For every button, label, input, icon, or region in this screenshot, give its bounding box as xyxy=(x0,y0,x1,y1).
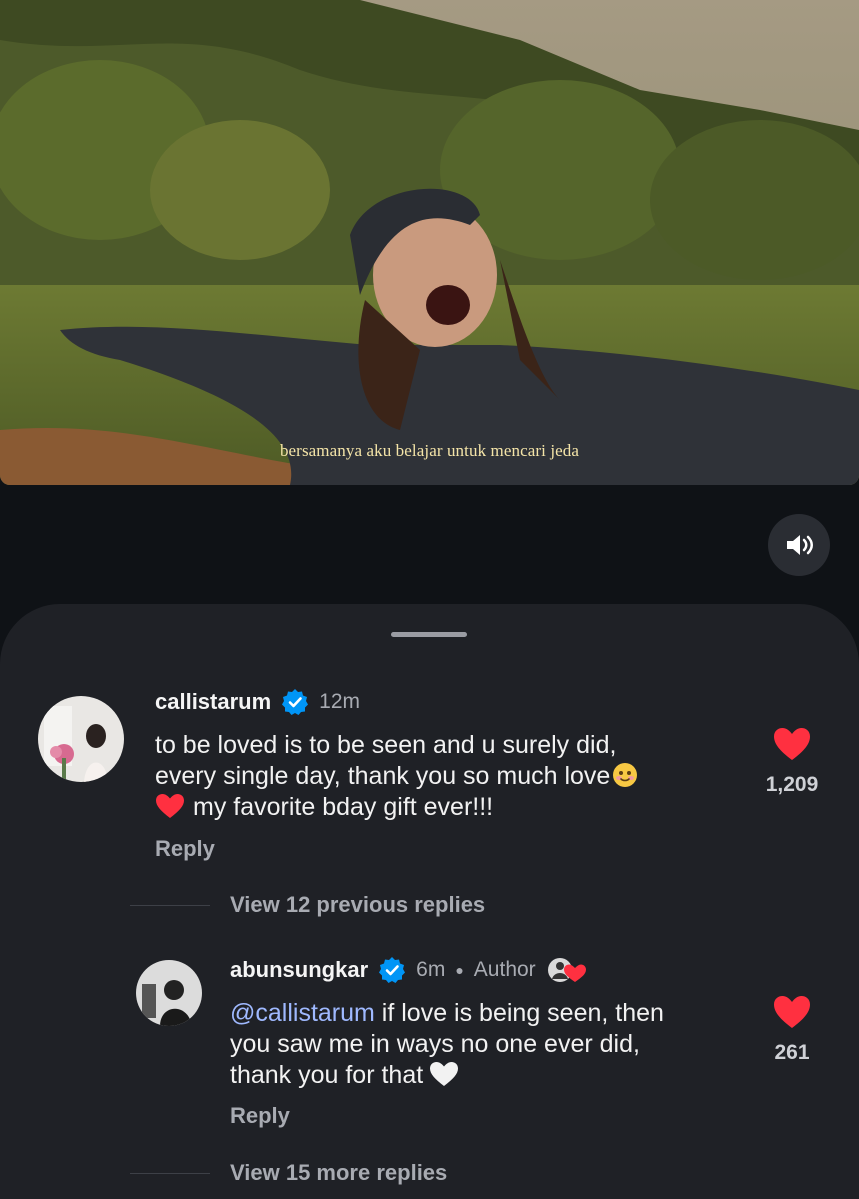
verified-badge-icon xyxy=(282,689,309,715)
comment-text: @callistarum if love is being seen, then… xyxy=(230,998,664,1091)
username[interactable]: abunsungkar xyxy=(230,957,368,983)
video-caption: bersamanya aku belajar untuk mencari jed… xyxy=(279,441,580,460)
avatar[interactable] xyxy=(38,696,124,782)
like-count: 261 xyxy=(774,1041,810,1064)
thread-divider xyxy=(130,904,210,906)
verified-badge-icon xyxy=(379,957,406,983)
reply-button[interactable]: Reply xyxy=(230,1103,290,1129)
separator-dot: ● xyxy=(455,962,464,978)
speaker-icon xyxy=(787,535,813,555)
comment-line: to be loved is to be seen and u surely d… xyxy=(155,731,617,759)
heart-icon xyxy=(774,728,810,760)
comment-time: 6m xyxy=(416,958,446,981)
red-heart-icon xyxy=(155,793,185,819)
smiling-face-icon xyxy=(612,762,638,788)
comment-line: every single day, thank you so much love xyxy=(155,761,638,792)
thread-divider xyxy=(130,1172,210,1174)
sheet-drag-handle[interactable] xyxy=(391,632,467,637)
like-button[interactable]: 1,209 xyxy=(752,726,832,797)
comment-header: abunsungkar 6m ● Author xyxy=(230,955,586,985)
comment-line: you saw me in ways no one ever did, xyxy=(230,1030,640,1058)
avatar[interactable] xyxy=(136,960,202,1026)
comment-line: thank you for that xyxy=(230,1060,664,1091)
author-label: Author xyxy=(473,958,536,981)
username[interactable]: callistarum xyxy=(155,689,271,715)
heart-icon xyxy=(774,996,810,1028)
reply-button[interactable]: Reply xyxy=(155,836,215,862)
comment-line: my favorite bday gift ever!!! xyxy=(155,792,638,823)
like-button[interactable]: 261 xyxy=(752,994,832,1065)
view-more-replies-button[interactable]: View 15 more replies xyxy=(130,1160,447,1186)
comment-time: 12m xyxy=(319,690,361,713)
mention-link[interactable]: @callistarum xyxy=(230,999,375,1027)
video-frame xyxy=(0,0,859,485)
liked-by-author-icon xyxy=(546,955,586,985)
comment-line: @callistarum if love is being seen, then xyxy=(230,999,664,1027)
comment-text: to be loved is to be seen and u surely d… xyxy=(155,730,638,823)
sound-toggle-button[interactable] xyxy=(768,514,830,576)
view-previous-replies-label: View 12 previous replies xyxy=(230,892,486,917)
like-count: 1,209 xyxy=(765,773,819,796)
view-previous-replies-button[interactable]: View 12 previous replies xyxy=(130,892,485,918)
view-more-replies-label: View 15 more replies xyxy=(230,1160,448,1185)
white-heart-icon xyxy=(429,1061,459,1087)
video-player[interactable]: bersamanya aku belajar untuk mencari jed… xyxy=(0,0,859,485)
comment-header: callistarum 12m xyxy=(155,688,360,716)
